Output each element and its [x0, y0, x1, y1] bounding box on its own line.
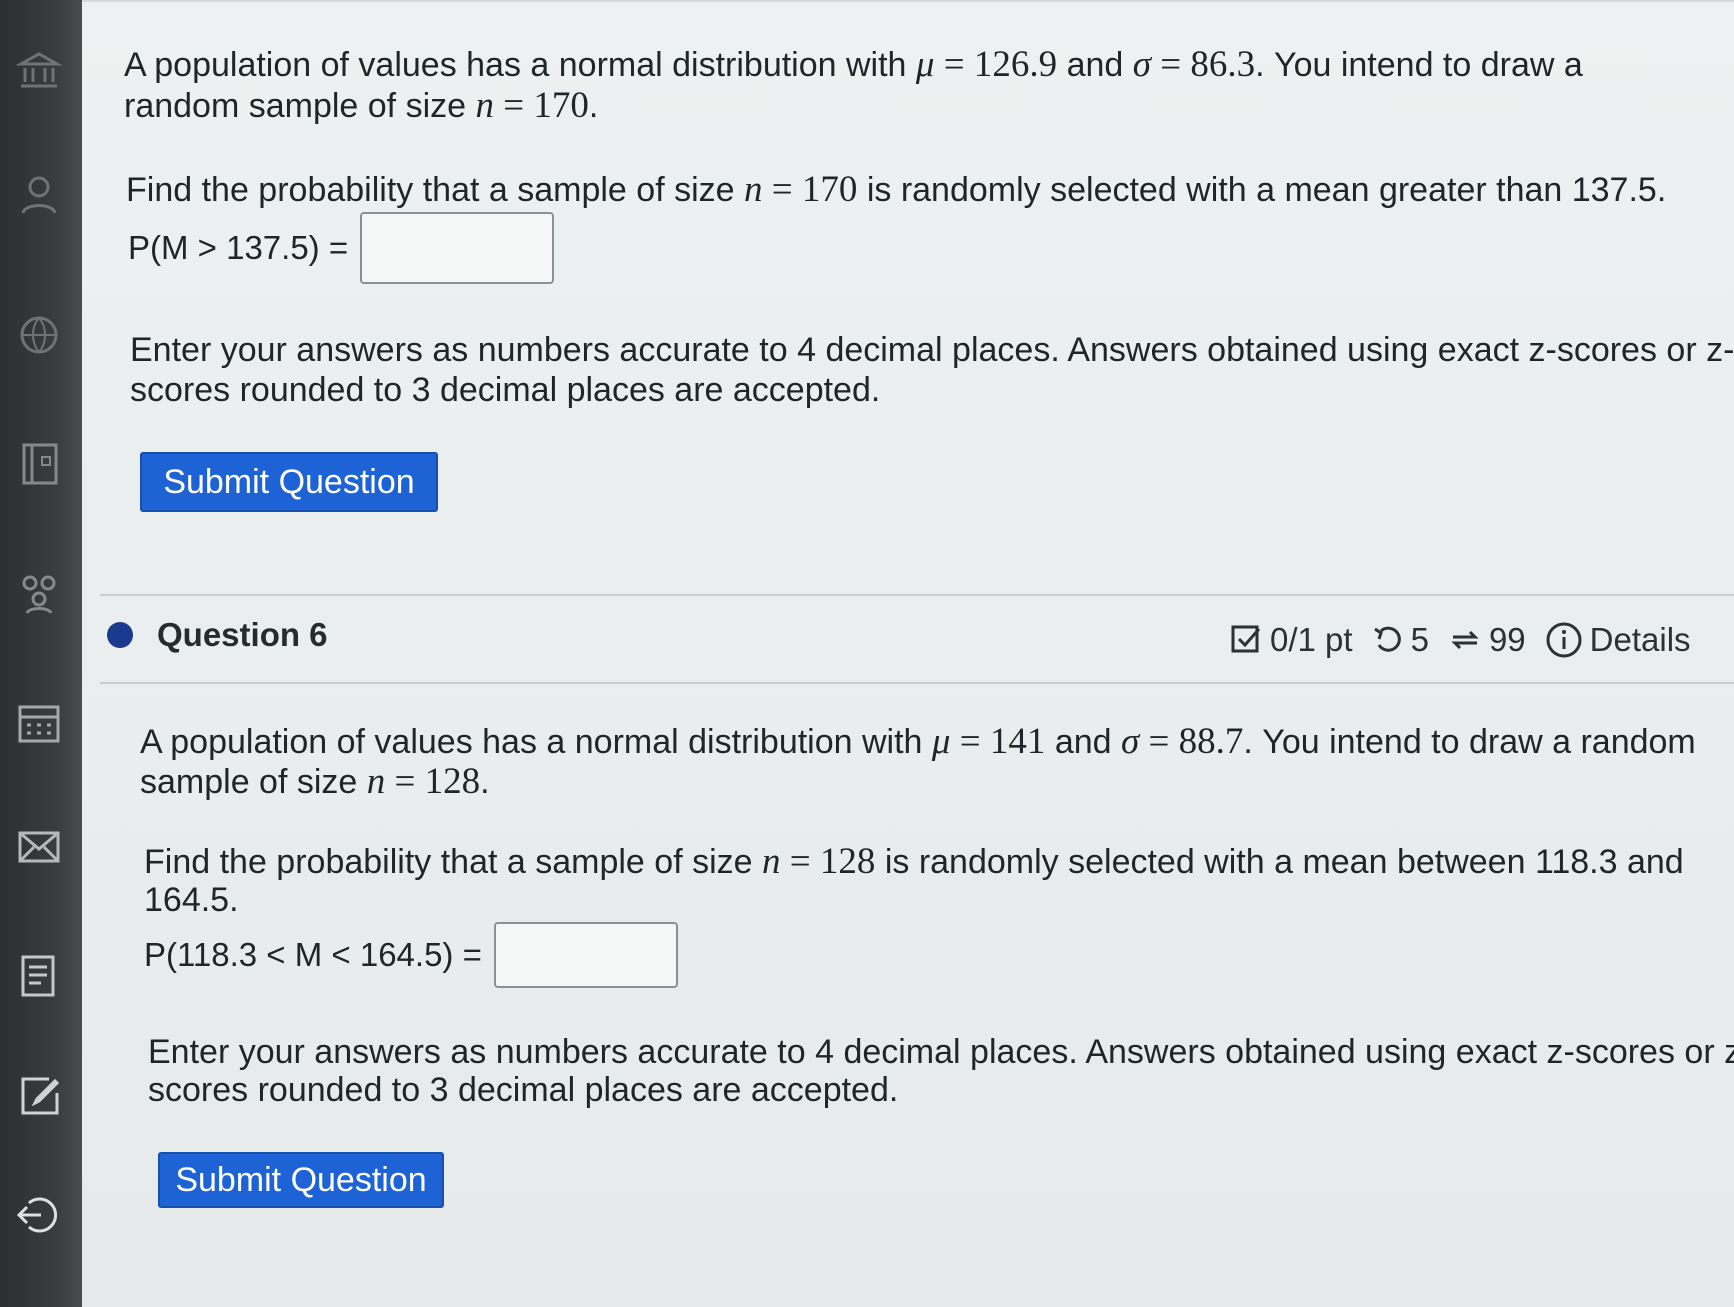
q5-answer-row: P(M > 137.5) =	[128, 212, 555, 284]
q5-instructions-line1: Enter your answers as numbers accurate t…	[130, 331, 1734, 369]
globe-icon[interactable]	[12, 310, 66, 360]
q6-header-divider	[100, 682, 1734, 684]
attempts-count: 99	[1488, 621, 1526, 658]
people-icon[interactable]	[12, 568, 66, 618]
sidebar	[0, 0, 82, 1307]
notes-icon[interactable]	[12, 950, 66, 1000]
q6-instructions-line2: scores rounded to 3 decimal places are a…	[148, 1071, 899, 1109]
top-divider	[82, 0, 1734, 2]
info-icon	[1546, 622, 1582, 658]
details-label: Details	[1589, 621, 1691, 658]
q5-instructions-line2: scores rounded to 3 decimal places are a…	[130, 371, 881, 409]
undo-icon	[1373, 626, 1401, 652]
points-indicator: 0/1 pt	[1230, 621, 1353, 659]
q6-header: Question 6	[107, 616, 328, 654]
retries-count: 5	[1410, 621, 1429, 658]
question-content: A population of values has a normal dist…	[82, 0, 1734, 1307]
q6-intro-line1: A population of values has a normal dist…	[140, 721, 1696, 762]
q6-title: Question 6	[157, 616, 328, 653]
bank-icon[interactable]	[12, 45, 66, 95]
logout-icon[interactable]	[12, 1190, 66, 1240]
q5-intro-line1: A population of values has a normal dist…	[124, 44, 1583, 85]
q5-answer-input[interactable]	[360, 212, 555, 284]
q6-answer-label: P(118.3 < M < 164.5) =	[144, 936, 482, 973]
person-icon[interactable]	[12, 170, 66, 220]
q6-answer-row: P(118.3 < M < 164.5) =	[144, 922, 678, 988]
q6-instructions-line1: Enter your answers as numbers accurate t…	[148, 1033, 1734, 1071]
gradebook-icon[interactable]	[12, 438, 66, 488]
edit-icon[interactable]	[12, 1070, 66, 1120]
q5-answer-label: P(M > 137.5) =	[128, 229, 349, 266]
q5-find-text: Find the probability that a sample of si…	[126, 169, 1667, 210]
q6-answer-input[interactable]	[493, 922, 678, 988]
q5-submit-button[interactable]: Submit Question	[140, 452, 438, 512]
repeat-icon	[1451, 630, 1479, 650]
q6-find-text-line1: Find the probability that a sample of si…	[144, 841, 1684, 882]
calendar-icon[interactable]	[12, 698, 66, 748]
q6-intro-line2: sample of size n = 128.	[140, 761, 490, 802]
retries-indicator: 5	[1371, 621, 1429, 659]
q6-find-text-line2: 164.5.	[144, 881, 239, 919]
q6-submit-button[interactable]: Submit Question	[158, 1152, 444, 1208]
attempts-indicator: 99	[1447, 621, 1526, 659]
checkbox-icon	[1231, 625, 1261, 653]
q6-meta: 0/1 pt 5 99 Details	[1212, 620, 1691, 660]
points-text: 0/1 pt	[1270, 621, 1353, 658]
details-link[interactable]: Details	[1544, 620, 1691, 660]
q5-intro-line2: random sample of size n = 170.	[124, 85, 599, 126]
q6-top-divider	[100, 594, 1734, 596]
mail-icon[interactable]	[12, 822, 66, 872]
question-status-dot	[107, 622, 133, 648]
